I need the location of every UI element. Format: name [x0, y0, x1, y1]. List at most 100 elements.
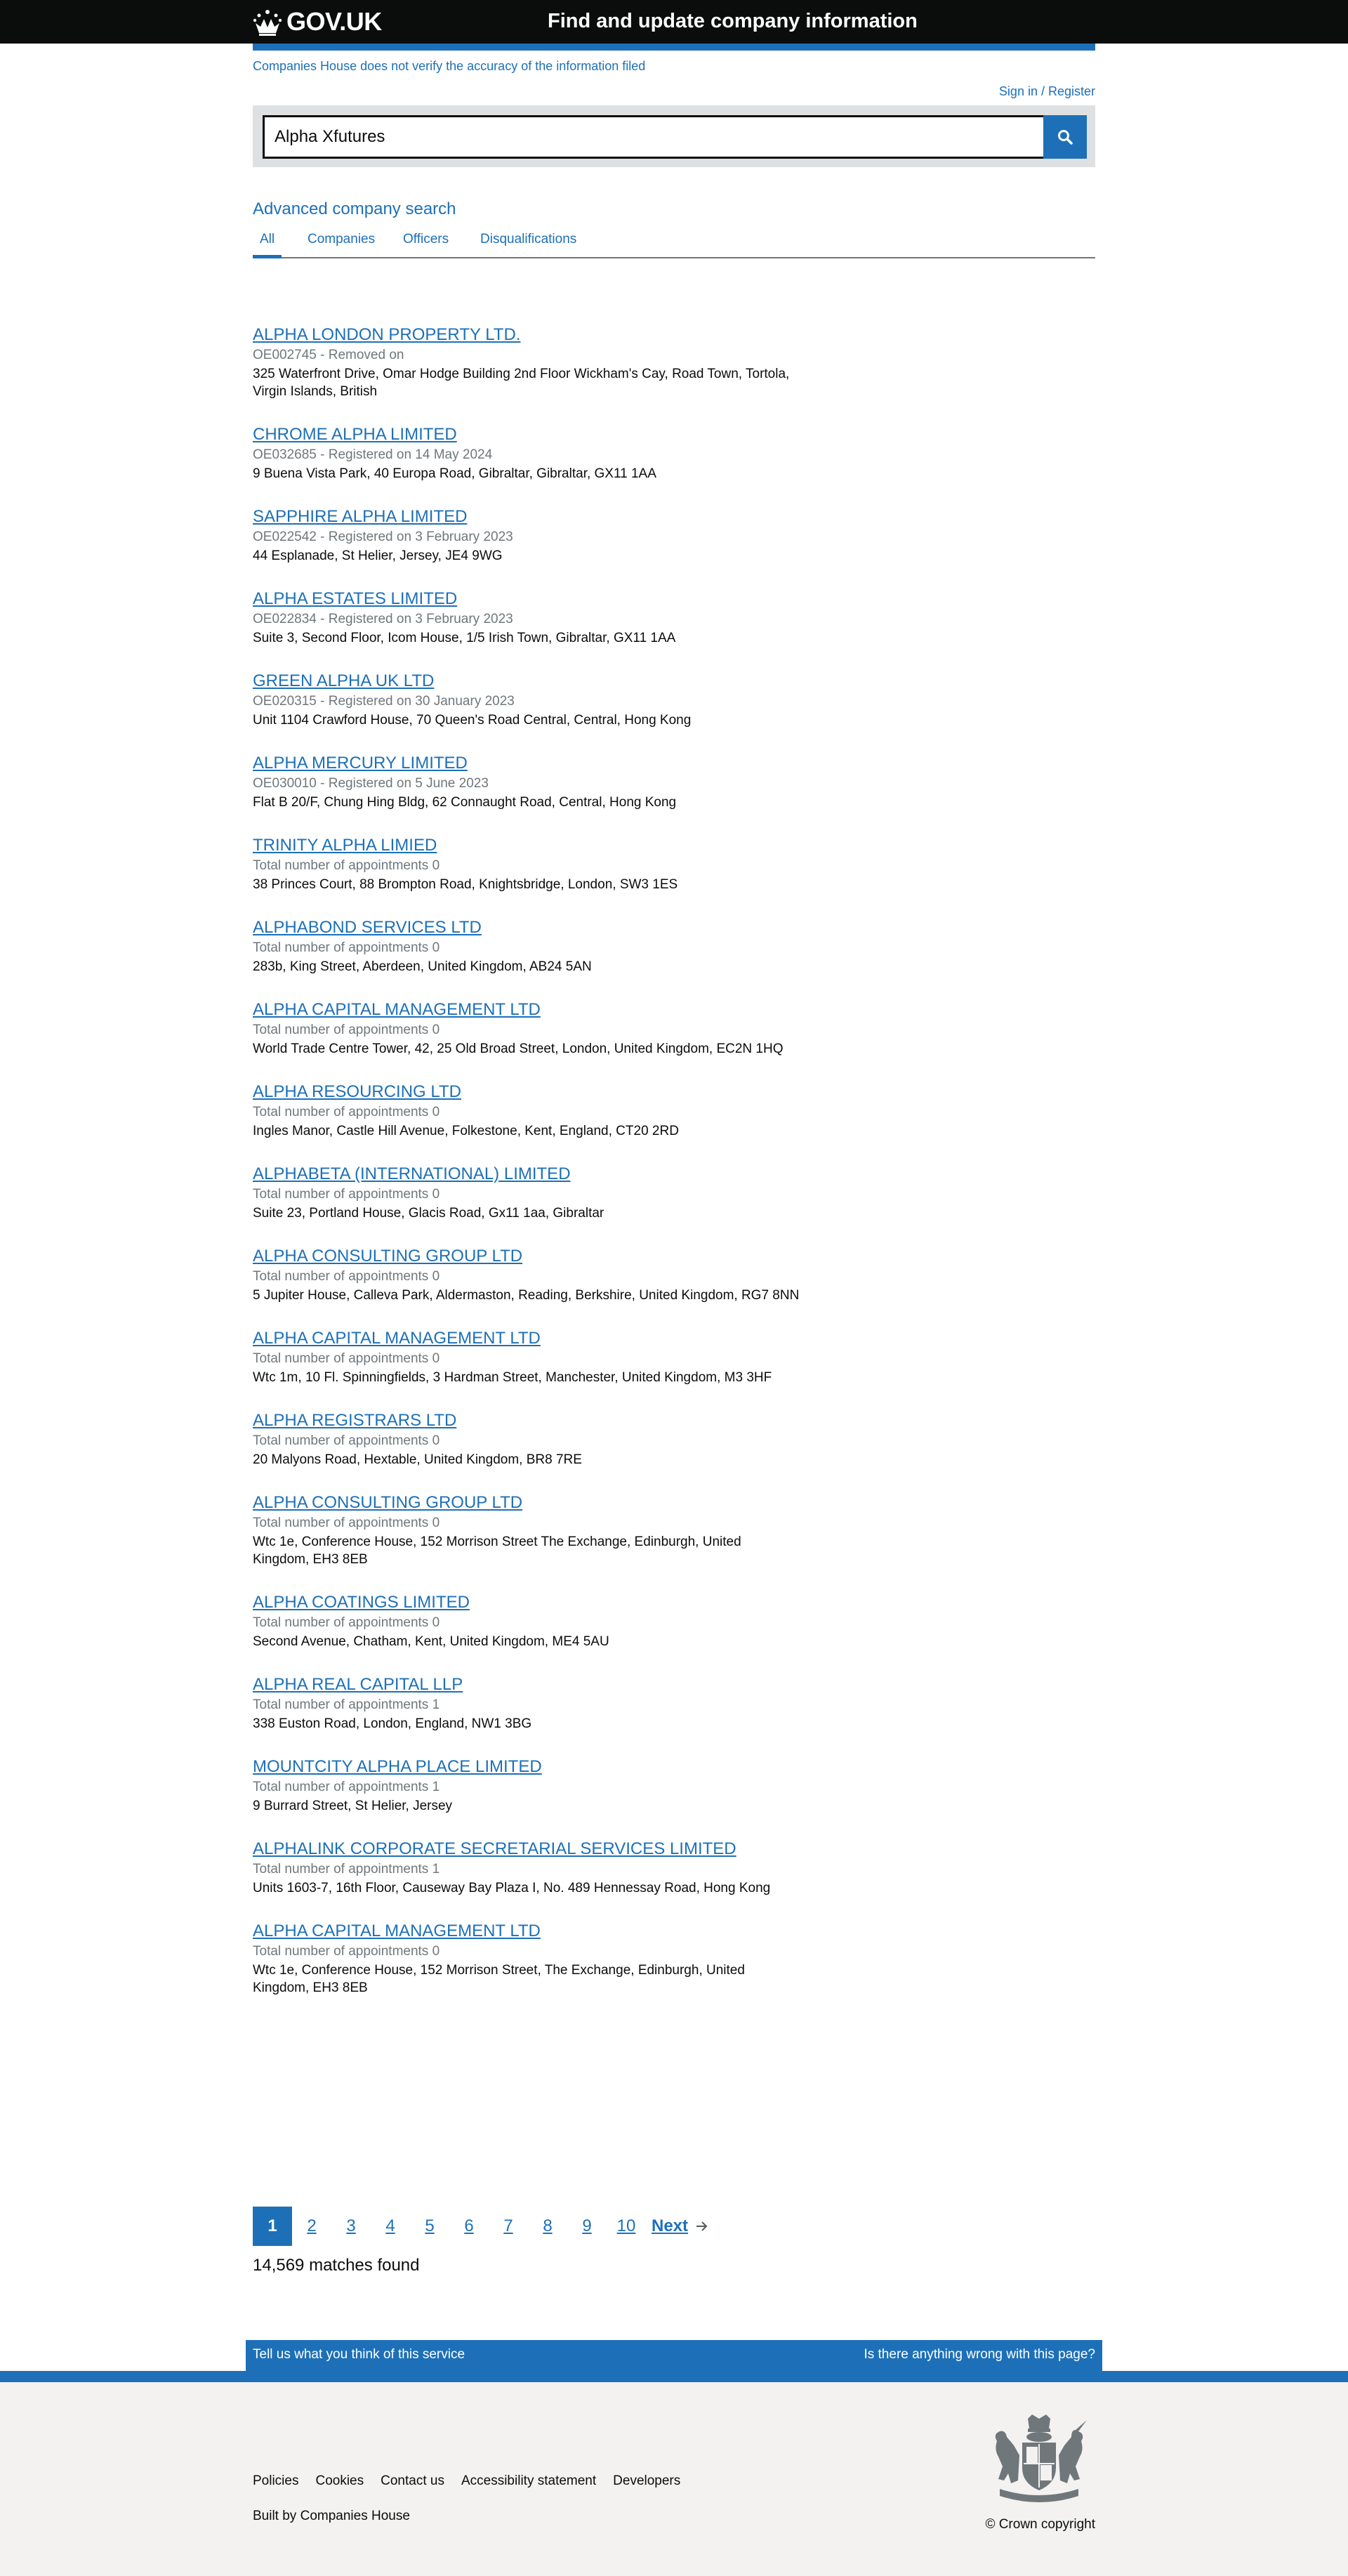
result-title-link[interactable]: MOUNTCITY ALPHA PLACE LIMITED — [253, 1756, 800, 1777]
advanced-search-link[interactable]: Advanced company search — [253, 199, 456, 219]
result-title-link[interactable]: ALPHA RESOURCING LTD — [253, 1082, 800, 1103]
list-item: ALPHA CONSULTING GROUP LTD Total number o… — [253, 1246, 800, 1304]
crown-icon — [253, 10, 282, 36]
companies-house-link[interactable]: Companies House — [300, 2509, 410, 2523]
next-page-link[interactable]: Next — [652, 2216, 708, 2236]
result-title-link[interactable]: ALPHA LONDON PROPERTY LTD. — [253, 324, 800, 346]
result-title-link[interactable]: ALPHA MERCURY LIMITED — [253, 753, 800, 774]
result-meta: Total number of appointments 0 — [253, 1944, 440, 1959]
result-title-link[interactable]: ALPHABETA (INTERNATIONAL) LIMITED — [253, 1164, 800, 1185]
main-content: Companies House does not verify the accu… — [253, 51, 1095, 2298]
result-title-link[interactable]: ALPHA CONSULTING GROUP LTD — [253, 1492, 800, 1513]
list-item: MOUNTCITY ALPHA PLACE LIMITED Total numbe… — [253, 1756, 800, 1815]
result-title-link[interactable]: ALPHA ESTATES LIMITED — [253, 589, 800, 610]
search-input[interactable]: Alpha Xfutures — [263, 115, 1052, 159]
result-title-link[interactable]: ALPHA CAPITAL MANAGEMENT LTD — [253, 1921, 800, 1942]
search-panel: Alpha Xfutures — [253, 105, 1095, 167]
tab-officers[interactable]: Officers — [403, 232, 449, 258]
result-meta: OE030010 - Registered on 5 June 2023 — [253, 776, 489, 791]
result-title-link[interactable]: ALPHA CAPITAL MANAGEMENT LTD — [253, 1328, 800, 1349]
result-title-link[interactable]: ALPHABOND SERVICES LTD — [253, 917, 800, 938]
result-meta: Total number of appointments 0 — [253, 1516, 440, 1530]
royal-coat-of-arms-icon — [995, 2414, 1087, 2502]
result-title-link[interactable]: ALPHALINK CORPORATE SECRETARIAL SERVICES… — [253, 1839, 800, 1860]
service-name-link[interactable]: Find and update company information — [548, 10, 918, 33]
list-item: CHROME ALPHA LIMITED OE032685 - Registere… — [253, 424, 800, 482]
result-meta: Total number of appointments 1 — [253, 1862, 440, 1877]
result-address: Wtc 1e, Conference House, 152 Morrison S… — [253, 1963, 745, 1995]
list-item: ALPHA CAPITAL MANAGEMENT LTD Total number… — [253, 999, 800, 1058]
result-meta: OE020315 - Registered on 30 January 2023 — [253, 694, 515, 709]
result-title-link[interactable]: SAPPHIRE ALPHA LIMITED — [253, 506, 800, 527]
page-link-current[interactable]: 1 — [253, 2207, 292, 2246]
result-title-link[interactable]: ALPHA CAPITAL MANAGEMENT LTD — [253, 999, 800, 1020]
result-title-link[interactable]: GREEN ALPHA UK LTD — [253, 671, 800, 692]
result-title-link[interactable]: CHROME ALPHA LIMITED — [253, 424, 800, 445]
accuracy-disclaimer-link[interactable]: Companies House does not verify the accu… — [253, 59, 645, 74]
result-address: Second Avenue, Chatham, Kent, United Kin… — [253, 1634, 609, 1649]
result-title-link[interactable]: ALPHA REGISTRARS LTD — [253, 1410, 800, 1431]
page-link[interactable]: 2 — [292, 2207, 331, 2246]
result-meta: Total number of appointments 0 — [253, 940, 440, 955]
crown-copyright-link[interactable]: © Crown copyright — [985, 2517, 1095, 2532]
result-address: 5 Jupiter House, Calleva Park, Aldermast… — [253, 1288, 800, 1303]
result-meta: Total number of appointments 0 — [253, 1615, 440, 1630]
result-address: Ingles Manor, Castle Hill Avenue, Folkes… — [253, 1124, 679, 1138]
built-by: Built by Companies House — [253, 2509, 410, 2524]
footer-link-policies[interactable]: Policies — [253, 2473, 298, 2489]
pagination: 1 2 3 4 5 6 7 8 9 10 Next — [253, 2207, 708, 2246]
tab-all[interactable]: All — [253, 232, 282, 258]
result-title-link[interactable]: ALPHA CONSULTING GROUP LTD — [253, 1246, 800, 1267]
report-problem-link[interactable]: Is there anything wrong with this page? — [864, 2347, 1095, 2363]
footer-link-contact[interactable]: Contact us — [381, 2473, 444, 2489]
page-link[interactable]: 5 — [410, 2207, 449, 2246]
page-link[interactable]: 4 — [371, 2207, 410, 2246]
result-address: 38 Princes Court, 88 Brompton Road, Knig… — [253, 877, 678, 892]
footer-link-cookies[interactable]: Cookies — [315, 2473, 364, 2489]
page-link[interactable]: 3 — [331, 2207, 371, 2246]
result-address: 20 Malyons Road, Hextable, United Kingdo… — [253, 1452, 582, 1467]
result-address: Flat B 20/F, Chung Hing Bldg, 62 Connaug… — [253, 795, 677, 810]
list-item: ALPHABOND SERVICES LTD Total number of ap… — [253, 917, 800, 975]
footer-link-accessibility[interactable]: Accessibility statement — [461, 2473, 596, 2489]
result-title-link[interactable]: ALPHA REAL CAPITAL LLP — [253, 1674, 800, 1695]
list-item: ALPHA COATINGS LIMITED Total number of ap… — [253, 1592, 800, 1650]
result-title-link[interactable]: TRINITY ALPHA LIMIED — [253, 835, 800, 856]
result-address: Unit 1104 Crawford House, 70 Queen's Roa… — [253, 713, 692, 728]
search-button[interactable] — [1043, 115, 1087, 159]
page-link[interactable]: 6 — [449, 2207, 489, 2246]
footer-link-developers[interactable]: Developers — [613, 2473, 680, 2489]
sign-in-register-link[interactable]: Sign in / Register — [999, 84, 1095, 99]
govuk-logo-text: GOV.UK — [286, 7, 382, 36]
list-item: ALPHA ESTATES LIMITED OE022834 - Register… — [253, 589, 800, 647]
result-meta: OE032685 - Registered on 14 May 2024 — [253, 447, 493, 462]
page-footer: Policies Cookies Contact us Accessibilit… — [0, 2382, 1348, 2576]
result-meta: Total number of appointments 0 — [253, 1105, 440, 1119]
next-page-label: Next — [652, 2216, 689, 2235]
list-item: ALPHA RESOURCING LTD Total number of appo… — [253, 1082, 800, 1140]
list-item: ALPHA REGISTRARS LTD Total number of appo… — [253, 1410, 800, 1468]
list-item: ALPHA LONDON PROPERTY LTD. OE002745 - Rem… — [253, 324, 800, 400]
list-item: ALPHA REAL CAPITAL LLP Total number of ap… — [253, 1674, 800, 1733]
result-address: Wtc 1m, 10 Fl. Spinningfields, 3 Hardman… — [253, 1370, 772, 1385]
result-meta: OE022834 - Registered on 3 February 2023 — [253, 612, 513, 626]
result-title-link[interactable]: ALPHA COATINGS LIMITED — [253, 1592, 800, 1613]
arrow-right-icon — [696, 2221, 708, 2231]
list-item: ALPHA MERCURY LIMITED OE030010 - Register… — [253, 753, 800, 811]
govuk-logo[interactable]: GOV.UK — [253, 7, 382, 37]
page-link[interactable]: 8 — [528, 2207, 567, 2246]
search-icon — [1058, 130, 1073, 145]
feedback-link[interactable]: Tell us what you think of this service — [253, 2347, 465, 2363]
results-list: ALPHA LONDON PROPERTY LTD. OE002745 - Rem… — [253, 324, 800, 2020]
tab-disqualifications[interactable]: Disqualifications — [480, 232, 576, 258]
result-meta: Total number of appointments 0 — [253, 1023, 440, 1037]
result-address: 338 Euston Road, London, England, NW1 3B… — [253, 1716, 532, 1731]
footer-links: Policies Cookies Contact us Accessibilit… — [253, 2473, 680, 2489]
page-link[interactable]: 9 — [567, 2207, 607, 2246]
page-link[interactable]: 10 — [607, 2207, 646, 2246]
result-address: 44 Esplanade, St Helier, Jersey, JE4 9WG — [253, 548, 503, 563]
page-link[interactable]: 7 — [489, 2207, 528, 2246]
result-meta: Total number of appointments 0 — [253, 1351, 440, 1366]
tab-companies[interactable]: Companies — [308, 232, 375, 258]
result-meta: OE002745 - Removed on — [253, 348, 404, 362]
